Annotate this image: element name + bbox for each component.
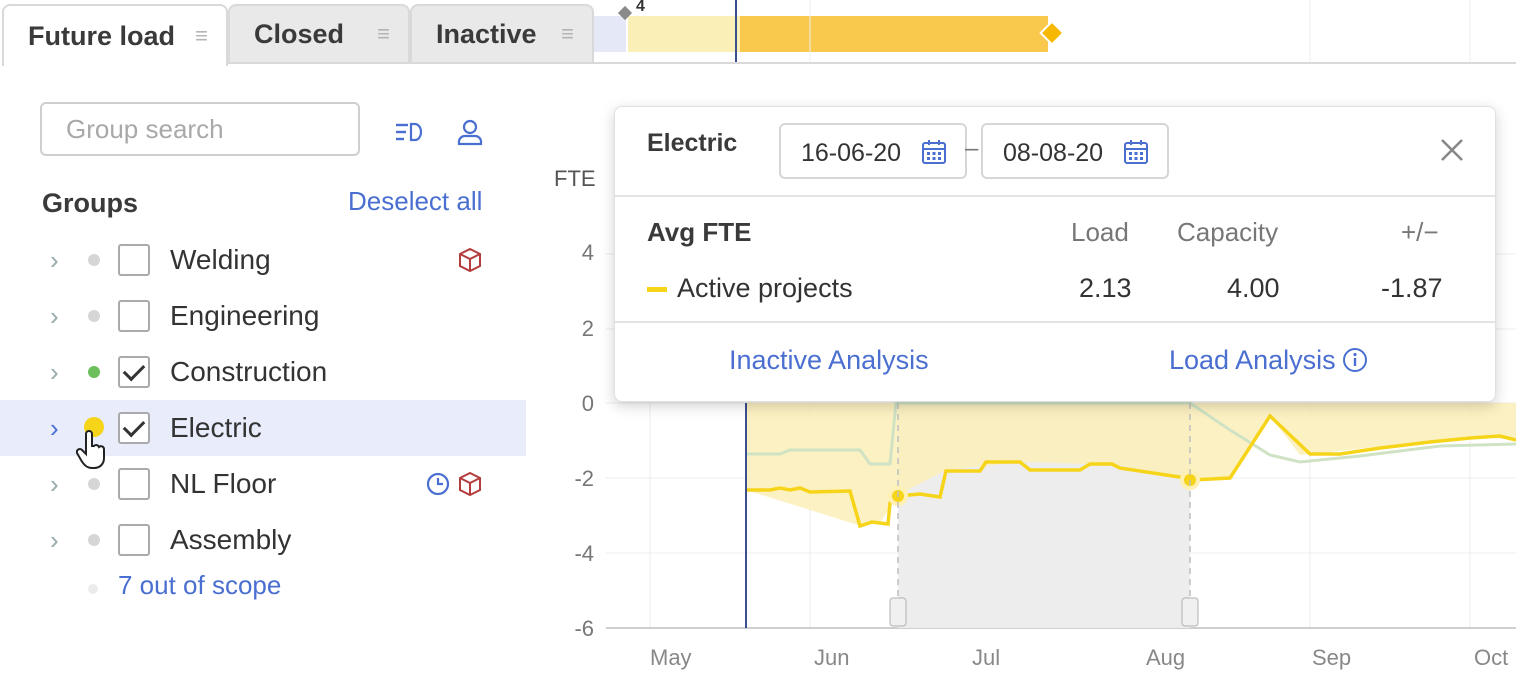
row-diff: -1.87 xyxy=(1381,273,1443,303)
close-icon[interactable] xyxy=(1437,135,1467,165)
range-end-handle[interactable] xyxy=(1181,597,1199,627)
y-tick: -6 xyxy=(574,616,594,641)
date-to-field[interactable]: 08-08-20 xyxy=(981,123,1169,179)
x-tick: Oct xyxy=(1474,645,1509,670)
y-tick: -2 xyxy=(574,466,594,491)
load-analysis-label: Load Analysis xyxy=(1169,345,1336,375)
active-projects-legend xyxy=(647,287,667,292)
x-tick: Aug xyxy=(1146,645,1186,670)
row-capacity: 4.00 xyxy=(1227,273,1280,303)
popup-title: Electric xyxy=(647,129,738,157)
load-analysis-link[interactable]: Load Analysis xyxy=(1169,345,1368,376)
y-tick: 0 xyxy=(581,391,594,416)
header-diff: +/− xyxy=(1401,217,1439,247)
y-tick: -4 xyxy=(574,541,594,566)
row-load: 2.13 xyxy=(1079,273,1132,303)
popup-divider xyxy=(615,195,1495,197)
popup-divider xyxy=(615,321,1495,323)
x-tick: Jun xyxy=(814,645,850,670)
range-start-handle[interactable] xyxy=(889,597,907,627)
y-tick: 4 xyxy=(581,240,594,265)
x-tick: May xyxy=(650,645,692,670)
header-load: Load xyxy=(1071,217,1129,247)
gantt-count-label: 4 xyxy=(636,0,645,15)
date-from-field[interactable]: 16-06-20 xyxy=(779,123,967,179)
group-analysis-popup: Electric 16-06-20 – 08-08-20 Avg FTE Loa… xyxy=(614,106,1496,402)
date-range-dash: – xyxy=(965,135,979,162)
info-icon[interactable] xyxy=(1342,347,1368,373)
header-avg-fte: Avg FTE xyxy=(647,217,752,247)
gantt-bar-inactive xyxy=(594,16,626,52)
inactive-analysis-link[interactable]: Inactive Analysis xyxy=(729,345,929,376)
date-to-value: 08-08-20 xyxy=(1003,139,1104,167)
calendar-icon[interactable] xyxy=(921,139,947,165)
gantt-bar-active xyxy=(740,16,1048,52)
row-name: Active projects xyxy=(677,273,853,303)
date-from-value: 16-06-20 xyxy=(801,139,902,167)
x-tick: Sep xyxy=(1312,645,1352,670)
header-capacity: Capacity xyxy=(1177,217,1279,247)
y-tick: 2 xyxy=(581,316,594,341)
y-axis-label: FTE xyxy=(554,166,596,191)
calendar-icon[interactable] xyxy=(1123,139,1149,165)
x-tick: Jul xyxy=(972,645,1001,670)
